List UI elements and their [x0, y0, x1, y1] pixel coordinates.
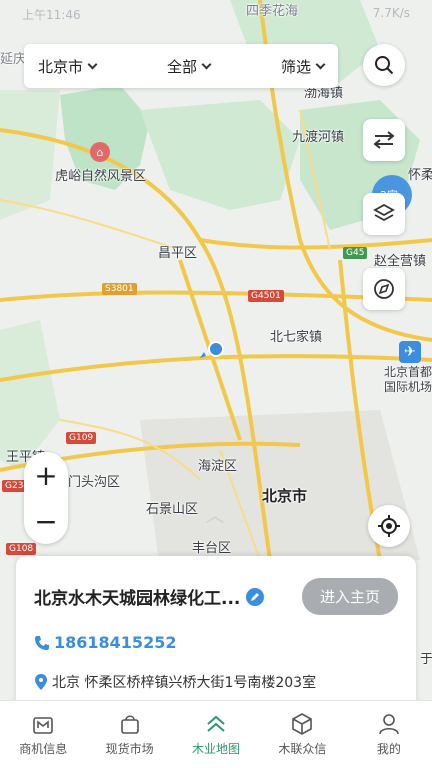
zoom-out-button[interactable]: −	[24, 498, 68, 544]
tab-label: 木联众信	[278, 742, 327, 756]
road-sign-g109: G109	[66, 432, 97, 444]
chevron-up-icon[interactable]: ︿	[206, 502, 224, 528]
location-pin-icon	[35, 674, 47, 690]
map-label-beijing: 北京市	[262, 487, 308, 505]
status-time: 上午11:46	[22, 8, 81, 22]
city-dropdown-label: 北京市	[38, 57, 84, 76]
map-label-zhaoquanying: 赵全营镇	[374, 254, 427, 269]
map-label-hulu: 虎峪自然风景区	[55, 169, 147, 184]
tab-label: 商机信息	[19, 742, 68, 756]
airport-icon: ✈	[399, 341, 421, 363]
shopping-bag-icon	[120, 715, 139, 734]
map-label-changping: 昌平区	[158, 246, 198, 261]
search-button[interactable]	[363, 44, 405, 86]
chevron-down-icon	[315, 59, 326, 69]
tab-label: 木业地图	[192, 742, 241, 756]
scenic-spot-icon: ⌂	[90, 142, 110, 162]
phone-icon	[35, 635, 49, 650]
zoom-in-button[interactable]: +	[24, 452, 68, 498]
map-label-jiuduhe: 九渡河镇	[292, 130, 345, 145]
double-chevron-up-icon	[207, 715, 225, 732]
tab-wood-map[interactable]: 木业地图	[173, 701, 259, 768]
chevron-down-icon	[87, 59, 98, 69]
locate-button[interactable]	[368, 505, 410, 547]
road-sign-g108: G108	[6, 543, 37, 555]
map-label-mentougou: 门头沟区	[68, 475, 121, 490]
swap-arrows-icon	[373, 131, 395, 149]
status-speed: 7.7K/s	[372, 6, 410, 20]
map-label-yu: 于	[420, 652, 432, 667]
search-icon	[375, 56, 394, 75]
map-label-haidian: 海淀区	[198, 459, 238, 474]
company-name: 北京水木天城园林绿化工...	[34, 589, 241, 609]
store-icon	[33, 717, 54, 734]
chevron-down-icon	[201, 59, 212, 69]
tab-mine[interactable]: 我的	[346, 701, 432, 768]
phone-number[interactable]: 18618415252	[54, 633, 176, 652]
map-label-shijingshan: 石景山区	[146, 502, 199, 517]
filter-dropdown-label: 筛选	[280, 57, 311, 76]
map-label-fengtai: 丰台区	[192, 541, 232, 556]
company-card[interactable]: 北京水木天城园林绿化工... 进入主页 18618415252 北京 怀柔区桥梓…	[16, 556, 416, 706]
map-label-beiqijia: 北七家镇	[270, 330, 323, 345]
bottom-tab-bar: 商机信息 现货市场 木业地图 木联众信 我的	[0, 700, 432, 768]
tab-label: 我的	[376, 742, 401, 756]
current-location-marker	[205, 338, 227, 360]
tab-business-info[interactable]: 商机信息	[0, 701, 86, 768]
filter-bar: 北京市 全部 筛选	[24, 44, 338, 88]
road-sign-g4501: G4501	[248, 290, 284, 302]
map-label-huairou: 怀柔	[408, 168, 432, 183]
category-dropdown-label: 全部	[166, 57, 197, 76]
tab-label: 现货市场	[105, 742, 154, 756]
cube-icon	[292, 713, 313, 735]
road-sign-g45: G45	[343, 247, 368, 259]
city-dropdown[interactable]: 北京市	[38, 56, 98, 77]
enter-homepage-button[interactable]: 进入主页	[301, 578, 398, 615]
zoom-control: + −	[24, 452, 68, 544]
phone-row[interactable]: 18618415252	[34, 633, 398, 652]
filter-dropdown[interactable]: 筛选	[280, 56, 326, 77]
crosshair-icon	[378, 515, 400, 537]
compass-icon	[374, 279, 394, 299]
status-bar: 上午11:46 7.7K/s	[0, 0, 432, 28]
category-dropdown[interactable]: 全部	[166, 56, 212, 77]
user-icon	[379, 714, 399, 735]
map-label-yanqing: 延庆	[0, 52, 27, 67]
address-row: 北京 怀柔区桥梓镇兴桥大街1号南楼203室	[34, 672, 398, 692]
layers-button[interactable]	[363, 193, 405, 235]
edit-icon[interactable]	[246, 587, 265, 606]
switch-button[interactable]	[363, 119, 405, 161]
map-label-airport: 北京首都国际机场	[384, 365, 432, 394]
tab-spot-market[interactable]: 现货市场	[86, 701, 172, 768]
tab-mulian-zhongxin[interactable]: 木联众信	[259, 701, 345, 768]
address-text: 北京 怀柔区桥梓镇兴桥大街1号南楼203室	[52, 675, 317, 691]
layers-icon	[373, 203, 395, 222]
road-sign-s3801: S3801	[102, 283, 137, 295]
compass-button[interactable]	[363, 268, 405, 310]
